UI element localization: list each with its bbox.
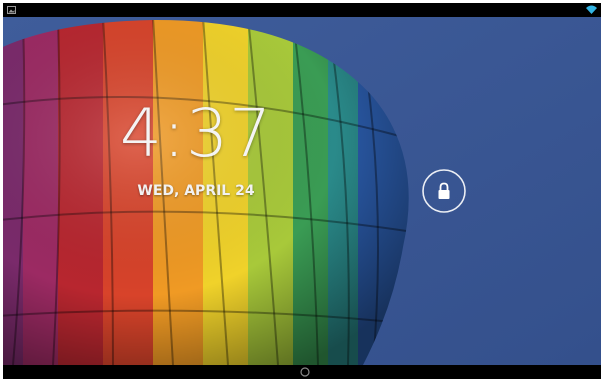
lockscreen-date: WED, APRIL 24 bbox=[137, 183, 255, 199]
hot-air-balloon-image bbox=[3, 17, 601, 365]
tablet-screen: 4:37 WED, APRIL 24 bbox=[3, 3, 601, 379]
status-bar bbox=[3, 3, 601, 17]
home-button-icon[interactable] bbox=[300, 367, 310, 377]
image-notification-icon bbox=[7, 6, 16, 14]
unlock-button[interactable] bbox=[421, 168, 467, 214]
lockscreen-wallpaper bbox=[3, 17, 601, 365]
navigation-bar bbox=[3, 365, 601, 379]
lockscreen-clock: 4:37 bbox=[119, 95, 273, 172]
lock-icon bbox=[438, 182, 450, 199]
wifi-icon bbox=[586, 5, 597, 14]
